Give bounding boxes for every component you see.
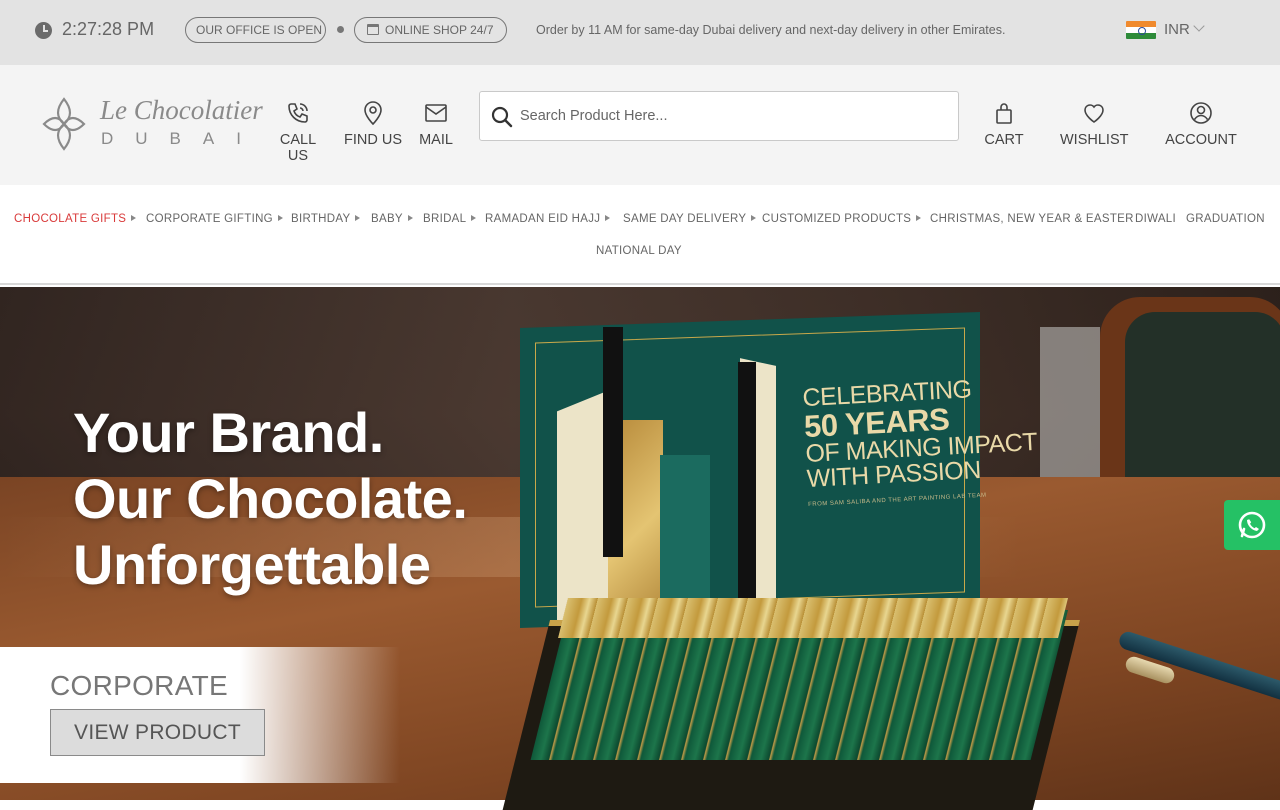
caret-right-icon — [131, 215, 137, 221]
envelope-icon — [425, 104, 447, 122]
caret-right-icon — [407, 215, 413, 221]
nav-item-customized-products[interactable]: CUSTOMIZED PRODUCTS — [762, 213, 922, 225]
hero-headline-line: Our Chocolate. — [73, 467, 468, 530]
hero-window — [1040, 327, 1100, 487]
account-link[interactable]: ACCOUNT — [1163, 100, 1239, 148]
nav-item-label: NATIONAL DAY — [596, 245, 682, 257]
caret-right-icon — [751, 215, 757, 221]
find-us-link[interactable]: FIND US — [344, 100, 402, 148]
nav-item-label: SAME DAY DELIVERY — [623, 213, 747, 225]
hero-caption: CORPORATE — [50, 670, 228, 701]
india-flag-icon[interactable] — [1126, 21, 1156, 39]
nav-item-label: CORPORATE GIFTING — [146, 213, 273, 225]
logo-emblem-icon[interactable] — [42, 97, 86, 151]
currency-selector[interactable]: INR — [1164, 21, 1190, 38]
current-time: 2:27:28 PM — [62, 19, 155, 39]
cart-link[interactable]: CART — [983, 100, 1025, 148]
tower-shadow — [603, 327, 623, 557]
hero-chair-seat — [1125, 312, 1280, 497]
search-icon[interactable] — [491, 106, 513, 128]
nav-item-label: CHOCOLATE GIFTS — [14, 213, 127, 225]
nav-item-ramadan-eid-hajj[interactable]: RAMADAN EID HAJJ — [485, 213, 611, 225]
nav-item-label: CHRISTMAS, NEW YEAR & EASTER — [930, 213, 1134, 225]
nav-item-diwali[interactable]: DIWALI — [1135, 213, 1176, 225]
nav-item-label: BIRTHDAY — [291, 213, 351, 225]
view-product-button[interactable]: VIEW PRODUCT — [50, 709, 265, 756]
location-pin-icon — [364, 101, 382, 126]
whatsapp-button[interactable] — [1224, 500, 1280, 550]
user-circle-icon — [1190, 102, 1212, 124]
nav-item-national-day[interactable]: NATIONAL DAY — [596, 245, 682, 257]
delivery-message: Order by 11 AM for same-day Dubai delive… — [536, 23, 1006, 37]
nav-item-bridal[interactable]: BRIDAL — [423, 213, 477, 225]
nav-item-label: BABY — [371, 213, 403, 225]
caret-right-icon — [605, 215, 611, 221]
nav-item-christmas-new-year-easter[interactable]: CHRISTMAS, NEW YEAR & EASTER — [930, 213, 1134, 225]
shop-status-badge: ONLINE SHOP 24/7 — [354, 17, 507, 43]
tower-shadow — [738, 362, 756, 620]
display-board-text: CELEBRATING 50 YEARS OF MAKING IMPACT WI… — [802, 374, 1040, 508]
nav-item-label: GRADUATION — [1186, 213, 1265, 225]
logo-subtitle[interactable]: DUBAI — [101, 129, 263, 149]
wishlist-link[interactable]: WISHLIST — [1060, 100, 1128, 148]
search-input[interactable] — [520, 104, 940, 128]
nav-item-label: BRIDAL — [423, 213, 467, 225]
mail-label: MAIL — [419, 132, 453, 148]
store-icon — [367, 24, 379, 35]
separator-dot — [337, 26, 344, 33]
find-us-label: FIND US — [344, 132, 402, 148]
caret-right-icon — [355, 215, 361, 221]
heart-icon — [1084, 104, 1104, 123]
caret-right-icon — [471, 215, 477, 221]
nav-item-label: DIWALI — [1135, 213, 1176, 225]
nav-item-same-day-delivery[interactable]: SAME DAY DELIVERY — [623, 213, 757, 225]
caret-right-icon — [277, 215, 283, 221]
nav-item-corporate-gifting[interactable]: CORPORATE GIFTING — [146, 213, 283, 225]
hero-headline: Your Brand. Our Chocolate. Unforgettable — [73, 400, 468, 598]
nav-item-chocolate-gifts[interactable]: CHOCOLATE GIFTS — [14, 213, 137, 225]
call-us-link[interactable]: CALL US — [270, 100, 326, 164]
nav-item-label: RAMADAN EID HAJJ — [485, 213, 601, 225]
call-us-label: CALL US — [279, 132, 317, 164]
shop-status-label: ONLINE SHOP 24/7 — [385, 23, 494, 37]
hero-headline-line: Unforgettable — [73, 533, 431, 596]
nav-item-graduation[interactable]: GRADUATION — [1186, 213, 1265, 225]
phone-icon — [288, 103, 308, 123]
mail-link[interactable]: MAIL — [418, 100, 454, 148]
account-label: ACCOUNT — [1165, 132, 1237, 148]
nav-item-baby[interactable]: BABY — [371, 213, 413, 225]
gold-wrapped-chocolates — [558, 598, 1068, 638]
shopping-bag-icon — [996, 103, 1012, 124]
category-nav — [0, 185, 1280, 285]
wishlist-label: WISHLIST — [1060, 132, 1129, 148]
office-status-badge: OUR OFFICE IS OPEN — [185, 17, 326, 43]
clock-icon — [35, 22, 52, 39]
nav-item-birthday[interactable]: BIRTHDAY — [291, 213, 361, 225]
logo-wordmark[interactable]: Le Chocolatier — [100, 95, 263, 126]
nav-item-label: CUSTOMIZED PRODUCTS — [762, 213, 912, 225]
caret-right-icon — [916, 215, 922, 221]
whatsapp-icon — [1238, 511, 1266, 539]
cart-label: CART — [984, 132, 1024, 148]
hero-headline-line: Your Brand. — [73, 401, 384, 464]
search-box[interactable] — [479, 91, 959, 141]
